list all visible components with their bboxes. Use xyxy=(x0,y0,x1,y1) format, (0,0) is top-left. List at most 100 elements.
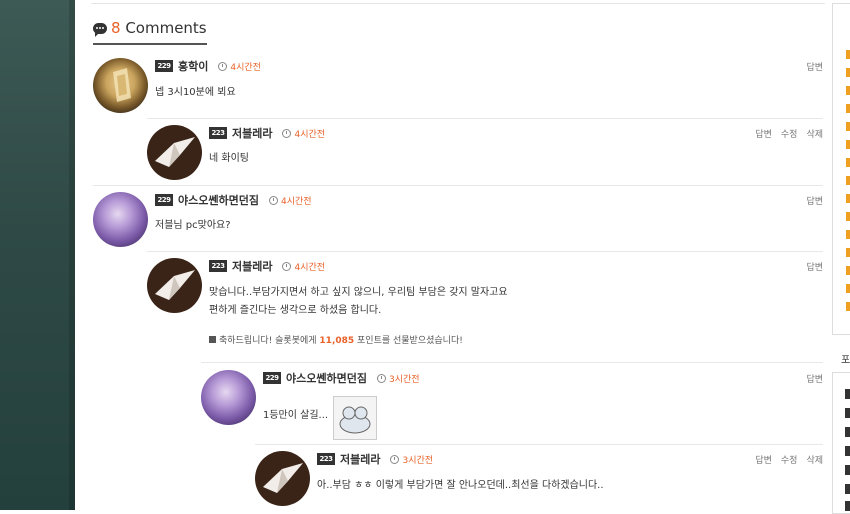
comment-time: 4시간전 xyxy=(280,196,312,207)
gift-text-prefix: 축하드립니다! 슬롯봇에게 xyxy=(219,336,320,346)
comment-item: 229 홍학이 4시간전 답변 넵 3시10분에 뵈요 xyxy=(93,58,823,118)
avatar[interactable] xyxy=(147,258,202,313)
avatar[interactable] xyxy=(255,451,310,506)
list-marker xyxy=(846,302,850,311)
list-marker xyxy=(846,122,850,131)
list-marker xyxy=(846,140,850,149)
comment-time: 3시간전 xyxy=(388,374,420,385)
list-marker xyxy=(845,446,850,456)
delete-button[interactable]: 삭제 xyxy=(806,127,823,140)
comment-text: 아..부담 ㅎㅎ 이렇게 부담가면 잘 안나오던데..최선을 다하겠습니다.. xyxy=(317,480,604,491)
list-marker xyxy=(846,104,850,113)
comment-actions: 답변 xyxy=(797,370,823,386)
list-marker xyxy=(845,408,850,418)
gift-notice: 축하드립니다! 슬롯봇에게 11,085 포인트를 선물받으셨습니다! xyxy=(209,333,463,346)
comment-meta: 229 야스오쎈하면던짐 3시간전 xyxy=(263,370,420,386)
divider xyxy=(201,362,823,363)
edit-button[interactable]: 수정 xyxy=(781,453,798,466)
reply-button[interactable]: 답변 xyxy=(806,260,823,273)
comment-item: 223 저블레라 4시간전 답변 맞습니다..부담가지면서 하고 싶지 않으니,… xyxy=(147,258,823,358)
paper-crane-icon xyxy=(155,137,195,167)
avatar-art xyxy=(113,68,131,102)
list-marker xyxy=(846,284,850,293)
list-marker xyxy=(846,212,850,221)
author-name[interactable]: 홍학이 xyxy=(178,58,208,74)
reply-button[interactable]: 답변 xyxy=(806,60,823,73)
paper-crane-icon xyxy=(263,463,303,493)
author-name[interactable]: 저블레라 xyxy=(232,258,272,274)
avatar[interactable] xyxy=(93,192,148,247)
level-badge: 223 xyxy=(317,453,335,465)
comment-time: 4시간전 xyxy=(294,262,326,273)
delete-button[interactable]: 삭제 xyxy=(806,453,823,466)
left-background xyxy=(0,0,75,510)
reply-button[interactable]: 답변 xyxy=(755,453,772,466)
level-badge: 229 xyxy=(155,60,173,72)
comment-count: 8 xyxy=(111,19,121,37)
avatar[interactable] xyxy=(201,370,256,425)
divider xyxy=(93,185,823,186)
sidebar-widget xyxy=(832,3,850,335)
author-name[interactable]: 야스오쎈하면던짐 xyxy=(286,370,367,386)
gift-points: 11,085 xyxy=(319,336,355,346)
comment-meta: 223 저블레라 4시간전 xyxy=(209,258,325,274)
author-name[interactable]: 저블레라 xyxy=(232,125,272,141)
comment-text: 1등만이 살길... xyxy=(263,410,329,421)
comment-actions: 답변 xyxy=(797,258,823,274)
author-name[interactable]: 야스오쎈하면던짐 xyxy=(178,192,259,208)
list-marker xyxy=(846,248,850,257)
paper-crane-icon xyxy=(155,270,195,300)
edit-button[interactable]: 수정 xyxy=(781,127,798,140)
clock-icon xyxy=(268,195,278,205)
comment-item: 223 저블레라 4시간전 답변 수정 삭제 네 화이팅 xyxy=(147,125,823,183)
reply-button[interactable]: 답변 xyxy=(806,372,823,385)
comment-item: 229 야스오쎈하면던짐 3시간전 답변 1등만이 살길... xyxy=(201,370,823,442)
divider xyxy=(147,118,823,119)
comment-meta: 229 야스오쎈하면던짐 4시간전 xyxy=(155,192,312,208)
list-marker xyxy=(845,484,850,494)
avatar[interactable] xyxy=(93,58,148,113)
level-badge: 223 xyxy=(209,127,227,139)
comment-meta: 223 저블레라 3시간전 xyxy=(317,451,433,467)
level-badge: 229 xyxy=(155,194,173,206)
sticker-art xyxy=(339,406,371,434)
reply-button[interactable]: 답변 xyxy=(755,127,772,140)
comment-text-line-2: 편하게 즐긴다는 생각으로 하셨음 합니다. xyxy=(209,305,382,316)
comment-meta: 229 홍학이 4시간전 xyxy=(155,58,261,74)
comment-actions: 답변 xyxy=(797,192,823,208)
divider xyxy=(91,3,825,4)
list-marker xyxy=(846,68,850,77)
level-badge: 223 xyxy=(209,260,227,272)
list-marker xyxy=(846,230,850,239)
gift-icon xyxy=(209,336,216,343)
list-marker xyxy=(846,86,850,95)
comments-label: Comments xyxy=(120,19,207,37)
list-marker xyxy=(845,465,850,475)
comment-actions: 답변 수정 삭제 xyxy=(746,451,823,467)
divider xyxy=(147,251,823,252)
list-marker xyxy=(846,194,850,203)
avatar[interactable] xyxy=(147,125,202,180)
clock-icon xyxy=(218,61,228,71)
list-marker xyxy=(845,427,850,437)
list-marker xyxy=(846,176,850,185)
clock-icon xyxy=(376,373,386,383)
sidebar-widget xyxy=(832,372,850,514)
clock-icon xyxy=(282,261,292,271)
comment-time: 4시간전 xyxy=(230,62,261,73)
comment-bubble-icon xyxy=(93,23,107,37)
divider xyxy=(255,444,823,445)
sticker-image xyxy=(333,396,377,440)
comment-time: 4시간전 xyxy=(294,129,326,140)
comment-item: 229 야스오쎈하면던짐 4시간전 답변 저블님 pc맞아요? xyxy=(93,192,823,250)
comments-header: 8 Comments xyxy=(93,19,207,45)
list-marker xyxy=(845,389,850,399)
clock-icon xyxy=(390,454,400,464)
reply-button[interactable]: 답변 xyxy=(806,194,823,207)
clock-icon xyxy=(282,128,292,138)
level-badge: 229 xyxy=(263,372,281,384)
author-name[interactable]: 저블레라 xyxy=(340,451,380,467)
comment-item: 223 저블레라 3시간전 답변 수정 삭제 아..부담 ㅎㅎ 이렇게 부담가면… xyxy=(255,451,823,510)
comment-actions: 답변 수정 삭제 xyxy=(746,125,823,141)
comment-text: 넵 3시10분에 뵈요 xyxy=(155,87,236,98)
